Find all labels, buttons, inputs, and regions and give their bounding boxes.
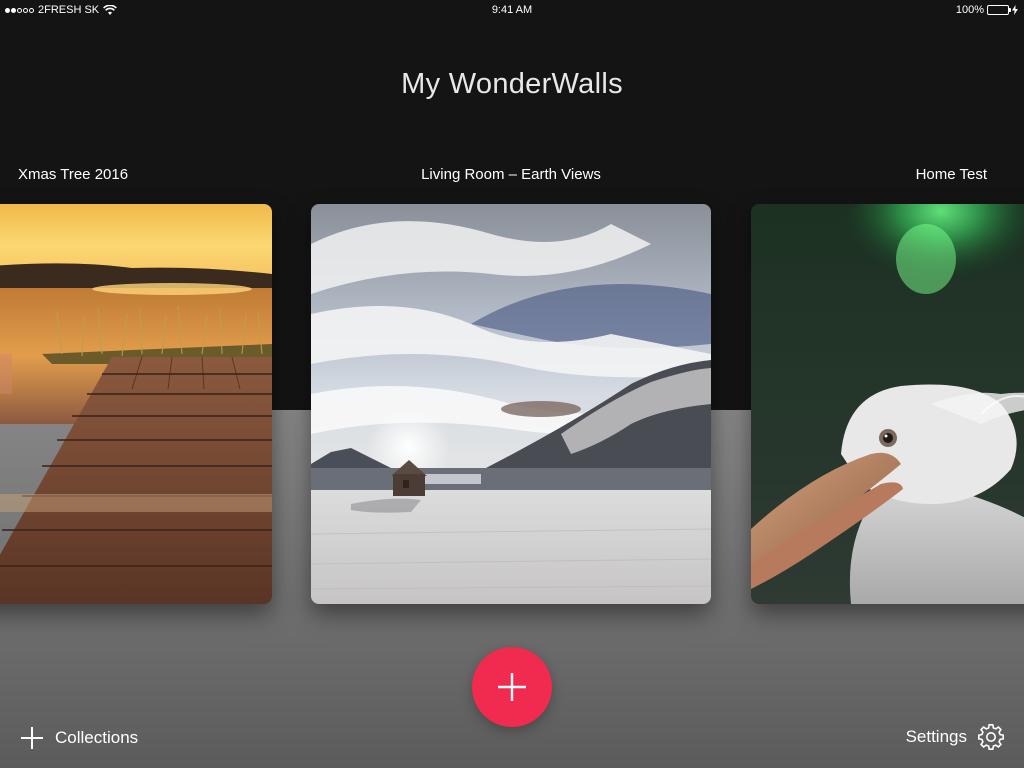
settings-label: Settings [905, 727, 967, 746]
add-collection-button[interactable]: Collections [20, 726, 138, 750]
wonderwalls-screen: 2FRESH SK 9:41 AM 100% My WonderWalls Xm… [0, 0, 1024, 768]
plus-icon [498, 673, 526, 701]
collection-card-home-test[interactable] [751, 204, 1024, 604]
collection-title-xmas-tree[interactable]: Xmas Tree 2016 [18, 166, 128, 183]
page-title: My WonderWalls [401, 68, 623, 100]
battery-icon [987, 5, 1011, 15]
collection-title-living-room[interactable]: Living Room – Earth Views [311, 166, 711, 183]
settings-button[interactable]: Settings [906, 724, 1004, 750]
collection-title-home-test[interactable]: Home Test [916, 166, 987, 183]
add-wallpaper-button[interactable] [472, 647, 552, 727]
status-bar: 2FRESH SK 9:41 AM 100% [0, 0, 1024, 20]
charging-bolt-icon [1012, 5, 1018, 15]
sunset-lake-dock-image [0, 204, 272, 604]
pelican-aurora-image [751, 204, 1024, 604]
plus-icon [21, 727, 43, 749]
status-time: 9:41 AM [491, 4, 533, 16]
collections-label: Collections [55, 728, 139, 747]
battery-percent: 100% [955, 4, 984, 16]
collection-card-living-room[interactable] [311, 204, 711, 604]
snowy-fjord-cabin-image [311, 204, 711, 604]
collection-card-xmas-tree[interactable] [0, 204, 272, 604]
gear-icon [978, 724, 1004, 750]
status-right: 100% [956, 4, 1018, 16]
